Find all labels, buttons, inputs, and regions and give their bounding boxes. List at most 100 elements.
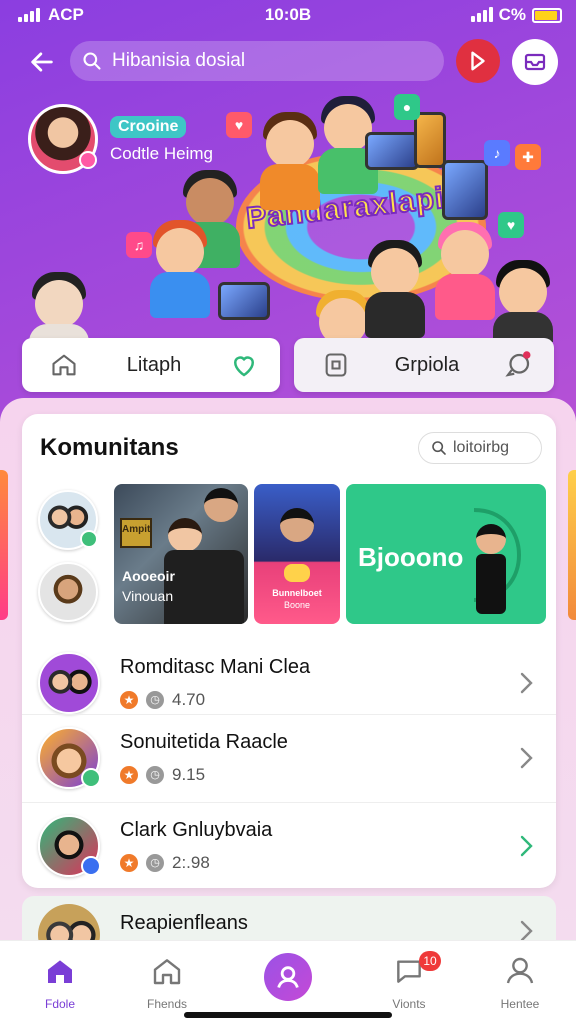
back-button[interactable] [24, 44, 60, 80]
online-indicator [79, 151, 97, 169]
list-item[interactable]: Clark Gnluybvaia ★ ◷ 2:.98 [22, 802, 556, 888]
nav-friends[interactable]: Fhends [117, 951, 217, 1011]
home-icon [48, 960, 72, 983]
list-item[interactable]: Sonuitetida Raacle ★ ◷ 9.15 [22, 714, 556, 802]
arrow-left-icon [31, 52, 53, 72]
list-item-meta: ★ ◷ 2:.98 [120, 853, 210, 873]
status-right: C% [470, 5, 562, 25]
status-bar: ACP 10:0B C% [0, 0, 576, 30]
person-icon [506, 957, 534, 984]
nav-profile-label: Hentee [500, 997, 540, 1011]
notification-badge: 10 [419, 951, 441, 971]
person-illustration [204, 488, 238, 522]
logo-decoration [284, 564, 310, 582]
tab-groups[interactable]: Grpiola [294, 338, 554, 392]
person-illustration [168, 518, 202, 552]
cartoon-character [140, 220, 220, 330]
user-icon [277, 966, 299, 988]
phone-illustration [442, 160, 488, 220]
house-outline-icon [153, 959, 181, 985]
chat-bubble-icon [498, 345, 538, 385]
cartoon-character [490, 260, 556, 342]
nav-events-label: Vionts [392, 997, 426, 1011]
cartoon-character [360, 240, 430, 340]
person-illustration [164, 550, 244, 624]
star-sticker-icon: ✚ [515, 144, 541, 170]
hero-subtitle: Codtle Heimg [110, 144, 213, 163]
group-avatar [38, 815, 101, 877]
nav-friends-label: Fhends [146, 997, 188, 1011]
heart-sticker-icon: ♥ [226, 112, 252, 138]
profile-avatar[interactable] [28, 104, 98, 174]
online-badge [81, 768, 101, 788]
nav-profile[interactable]: Hentee [470, 951, 570, 1011]
star-icon: ★ [120, 691, 138, 709]
list-item-name: Romditasc Mani Clea [120, 656, 311, 678]
community-tile[interactable]: Bunnelboet Boone [254, 484, 340, 624]
list-item-rating: 4.70 [172, 690, 206, 709]
list-item[interactable]: Reapienfleans [22, 896, 556, 966]
community-tile[interactable]: Ampit Aooeoir Vinouan [114, 484, 248, 624]
music-sticker-icon: ♫ [126, 232, 152, 258]
side-card-edge-right [568, 470, 576, 620]
search-icon [432, 441, 446, 455]
clock-icon: ◷ [146, 766, 164, 784]
video-button[interactable] [456, 39, 500, 83]
member-avatar[interactable] [38, 490, 98, 550]
house-icon [44, 345, 84, 385]
nav-home-label: Fdole [44, 997, 76, 1011]
heart-icon [224, 345, 264, 385]
list-item-rating: 2:.98 [172, 853, 210, 872]
online-badge [81, 856, 101, 876]
search-bar[interactable]: Hibanisia dosial [70, 41, 444, 81]
tab-home[interactable]: Litaph [22, 338, 280, 392]
group-avatar [38, 727, 101, 789]
inbox-icon [524, 53, 546, 71]
online-badge [80, 530, 98, 548]
bookmark-icon [316, 345, 356, 385]
tab-groups-label: Grpiola [394, 353, 460, 376]
top-bar: Hibanisia dosial [0, 38, 576, 85]
chevron-right-icon [520, 747, 533, 769]
inbox-button[interactable] [512, 39, 558, 85]
signal-icon-right [470, 7, 493, 22]
battery-label: C% [498, 5, 526, 24]
phone-illustration [414, 112, 446, 168]
hero-badge: Crooine [110, 116, 187, 138]
star-icon: ★ [120, 854, 138, 872]
music-sticker-icon: ♪ [484, 140, 510, 166]
group-avatar [38, 652, 100, 714]
nav-events[interactable]: 10 Vionts [359, 951, 459, 1011]
play-icon [471, 51, 485, 71]
list-item-meta: ★ ◷ 9.15 [120, 765, 205, 785]
chat-sticker-icon: ♥ [498, 212, 524, 238]
person-illustration [280, 508, 314, 542]
tile-caption: Bjooono [358, 542, 464, 572]
list-item-name: Reapienfleans [120, 912, 248, 934]
nav-profile-center-button[interactable] [264, 953, 312, 1001]
community-tile[interactable]: Bjooono [346, 484, 546, 624]
person-illustration [476, 524, 506, 554]
side-card-edge-left [0, 470, 8, 620]
chevron-right-icon [520, 835, 533, 857]
clock-icon: ◷ [146, 854, 164, 872]
chevron-right-icon [520, 672, 533, 694]
community-title: Komunitans [40, 434, 179, 461]
battery-icon [532, 7, 562, 23]
person-illustration [476, 554, 506, 614]
list-item-meta: ★ ◷ 4.70 [120, 690, 205, 710]
list-item-name: Clark Gnluybvaia [120, 819, 273, 841]
tile-caption: Boone [283, 600, 311, 610]
tile-badge: Ampit [122, 524, 151, 535]
community-search-input[interactable]: loitoirbg [418, 432, 542, 464]
community-search-placeholder: loitoirbg [453, 439, 510, 456]
tile-caption: Bunnelboet [272, 588, 322, 598]
hero-banner: Crooine Codtle Heimg Pandaraxlapi ♥ ♪ ● … [0, 92, 576, 342]
tab-home-label: Litaph [126, 353, 182, 376]
tablet-illustration [218, 282, 270, 320]
tile-caption: Vinouan [122, 588, 174, 604]
community-card: Komunitans loitoirbg Ampit Aooeoir Vinou… [22, 414, 556, 888]
nav-home[interactable]: Fdole [10, 951, 110, 1011]
member-avatar[interactable] [38, 562, 98, 622]
list-item-name: Sonuitetida Raacle [120, 731, 288, 753]
